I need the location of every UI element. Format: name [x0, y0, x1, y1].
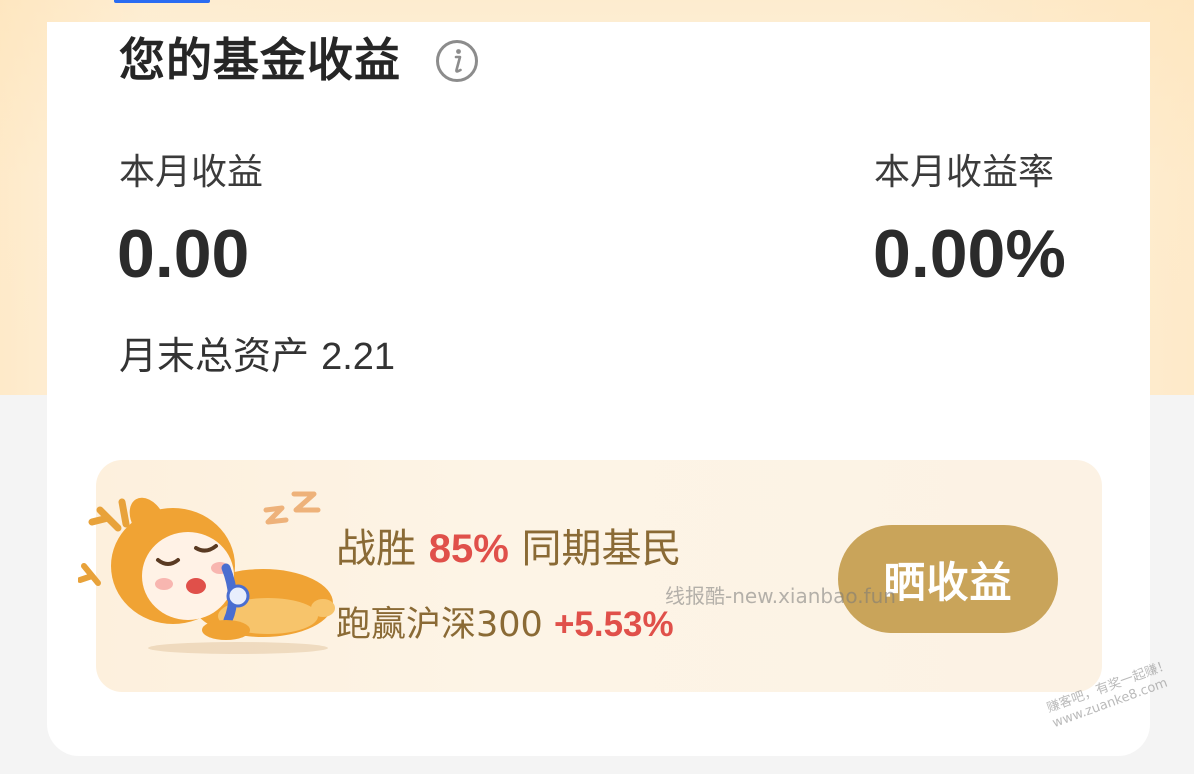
info-icon[interactable]	[435, 39, 479, 83]
month-profit-value: 0.00	[117, 216, 250, 292]
active-tab-indicator	[114, 0, 210, 3]
beat-percent: 85%	[428, 527, 509, 571]
month-rate-value: 0.00%	[873, 216, 1066, 292]
month-rate-label: 本月收益率	[874, 152, 1055, 193]
beat-peers-text: 战胜 85% 同期基民	[336, 516, 682, 574]
month-end-assets-label: 月末总资产	[119, 334, 310, 378]
month-end-assets: 月末总资产 2.21	[119, 325, 395, 380]
run-prefix: 跑赢沪深300	[336, 605, 543, 645]
beat-suffix: 同期基民	[521, 526, 682, 572]
page-title: 您的基金收益	[119, 33, 401, 87]
month-profit-label: 本月收益	[119, 152, 264, 193]
beat-index-text: 跑赢沪深300 +5.53%	[336, 596, 674, 647]
sleep-zz-icon	[263, 491, 321, 525]
watermark-center: 线报酷-new.xianbao.fun	[665, 584, 896, 608]
share-profit-button[interactable]: 晒收益	[838, 525, 1058, 633]
run-value: +5.53%	[553, 605, 674, 644]
beat-prefix: 战胜	[336, 526, 416, 572]
month-end-assets-value: 2.21	[321, 336, 396, 378]
